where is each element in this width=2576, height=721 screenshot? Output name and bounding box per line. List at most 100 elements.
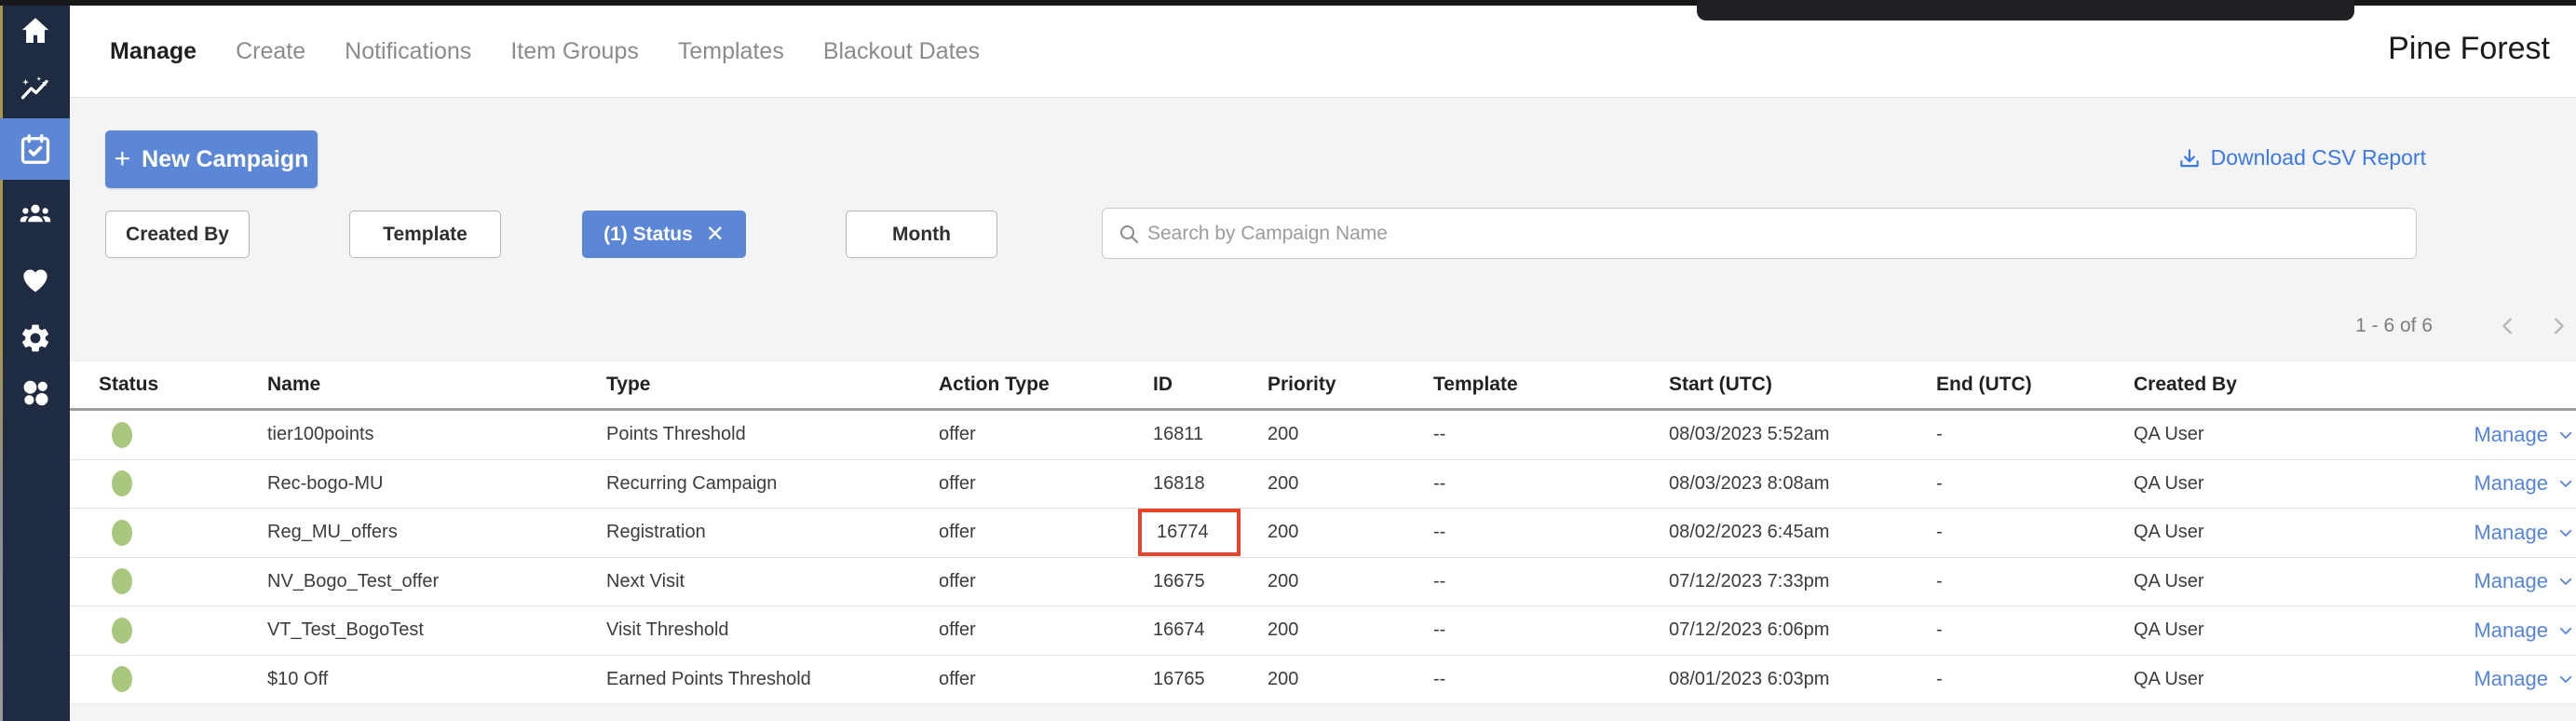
cell-end-utc: - (1936, 571, 2134, 592)
status-active-dot (112, 470, 132, 497)
cell-template: -- (1433, 669, 1669, 690)
campaign-id: 16765 (1153, 669, 1205, 690)
main-nav: Manage Create Notifications Item Groups Temp… (110, 6, 980, 98)
campaigns-table: StatusNameTypeAction TypeIDPriorityTempl… (70, 360, 2576, 704)
nav-tab-create[interactable]: Create (236, 38, 305, 65)
manage-dropdown-button[interactable]: Manage (2435, 569, 2576, 593)
manage-dropdown-button[interactable]: Manage (2435, 619, 2576, 643)
cell-template: -- (1433, 571, 1669, 592)
cell-template: -- (1433, 522, 1669, 543)
sidebar-item-calendar-check[interactable] (0, 118, 70, 180)
download-csv-label: Download CSV Report (2211, 145, 2426, 170)
table-row: $10 OffEarned Points Thresholdoffer16765… (70, 656, 2576, 705)
filter-chip-1-status[interactable]: (1) Status✕ (582, 211, 746, 258)
cell-type: Visit Threshold (606, 619, 939, 641)
campaign-id: 16675 (1153, 571, 1205, 592)
search-input[interactable] (1147, 223, 2401, 245)
filter-chip-template[interactable]: Template (349, 211, 501, 258)
status-active-dot (112, 568, 132, 594)
cell-start-utc: 07/12/2023 6:06pm (1669, 619, 1936, 641)
cell-type: Recurring Campaign (606, 473, 939, 495)
cell-name: $10 Off (267, 669, 606, 690)
campaign-id: 16811 (1153, 424, 1203, 445)
manage-label: Manage (2474, 521, 2548, 545)
table-header-row: StatusNameTypeAction TypeIDPriorityTempl… (70, 361, 2576, 411)
status-active-dot (112, 422, 132, 448)
nav-tab-notifications[interactable]: Notifications (345, 38, 471, 65)
cell-status (99, 422, 267, 448)
top-black-bar (1697, 0, 2354, 20)
column-header-template: Template (1433, 374, 1669, 396)
heart-icon (19, 263, 52, 296)
cell-action-type: offer (939, 571, 1153, 592)
cell-priority: 200 (1268, 619, 1433, 641)
nav-tab-templates[interactable]: Templates (678, 38, 784, 65)
nav-tab-manage[interactable]: Manage (110, 38, 197, 65)
search-box[interactable] (1102, 208, 2417, 259)
cell-end-utc: - (1936, 522, 2134, 543)
clear-filter-icon[interactable]: ✕ (706, 224, 725, 246)
cell-start-utc: 08/03/2023 5:52am (1669, 424, 1936, 445)
cell-action-type: offer (939, 424, 1153, 445)
cell-created-by: QA User (2134, 473, 2435, 495)
cell-status (99, 520, 267, 546)
people-icon (19, 197, 52, 231)
cell-name: Rec-bogo-MU (267, 473, 606, 495)
manage-dropdown-button[interactable]: Manage (2435, 521, 2576, 545)
cell-end-utc: - (1936, 424, 2134, 445)
filter-chip-created-by[interactable]: Created By (105, 211, 250, 258)
table-row: VT_Test_BogoTestVisit Thresholdoffer1667… (70, 606, 2576, 656)
column-header-type: Type (606, 374, 939, 396)
analytics-icon (19, 72, 52, 105)
cell-start-utc: 07/12/2023 7:33pm (1669, 571, 1936, 592)
manage-label: Manage (2474, 471, 2548, 496)
column-header-priority: Priority (1268, 374, 1433, 396)
cell-priority: 200 (1268, 522, 1433, 543)
table-row: tier100pointsPoints Thresholdoffer168112… (70, 411, 2576, 460)
cell-template: -- (1433, 473, 1669, 495)
table-row: Rec-bogo-MURecurring Campaignoffer168182… (70, 460, 2576, 510)
cell-priority: 200 (1268, 424, 1433, 445)
filter-chip-label: Month (892, 224, 951, 246)
new-campaign-label: New Campaign (142, 146, 308, 173)
cell-status (99, 618, 267, 644)
cell-status (99, 666, 267, 692)
cell-type: Earned Points Threshold (606, 669, 939, 690)
cell-status (99, 568, 267, 594)
column-header-created-by: Created By (2134, 374, 2435, 396)
manage-dropdown-button[interactable]: Manage (2435, 667, 2576, 691)
sidebar-item-people[interactable] (0, 184, 70, 245)
cell-type: Points Threshold (606, 424, 939, 445)
sidebar (0, 0, 70, 721)
status-active-dot (112, 666, 132, 692)
manage-dropdown-button[interactable]: Manage (2435, 423, 2576, 447)
cell-id: 16811 (1153, 424, 1268, 445)
sidebar-item-analytics[interactable] (0, 58, 70, 119)
download-icon (2177, 146, 2202, 170)
sidebar-item-heart[interactable] (0, 249, 70, 310)
cell-id: 16765 (1153, 669, 1268, 690)
cell-id: 16774 (1153, 520, 1268, 545)
chevron-left-icon (2498, 316, 2518, 336)
nav-tab-item-groups[interactable]: Item Groups (510, 38, 639, 65)
download-csv-link[interactable]: Download CSV Report (2177, 145, 2426, 170)
table-row: Reg_MU_offersRegistrationoffer16774200--… (70, 509, 2576, 558)
pagination-range: 1 - 6 of 6 (2355, 315, 2433, 337)
chevron-down-icon (2557, 475, 2574, 492)
new-campaign-button[interactable]: + New Campaign (105, 130, 318, 188)
chevron-right-icon (2548, 316, 2569, 336)
manage-dropdown-button[interactable]: Manage (2435, 471, 2576, 496)
sidebar-item-home[interactable] (0, 0, 70, 61)
cell-name: NV_Bogo_Test_offer (267, 571, 606, 592)
sidebar-item-apps-cluster[interactable] (0, 362, 70, 424)
chevron-down-icon (2557, 427, 2574, 443)
sidebar-item-gear[interactable] (0, 307, 70, 369)
cell-start-utc: 08/02/2023 6:45am (1669, 522, 1936, 543)
calendar-check-icon (19, 132, 52, 166)
search-icon (1118, 223, 1140, 245)
apps-cluster-icon (19, 376, 52, 410)
next-page-button[interactable] (2544, 312, 2572, 340)
nav-tab-blackout-dates[interactable]: Blackout Dates (823, 38, 980, 65)
previous-page-button[interactable] (2494, 312, 2522, 340)
filter-chip-month[interactable]: Month (846, 211, 997, 258)
